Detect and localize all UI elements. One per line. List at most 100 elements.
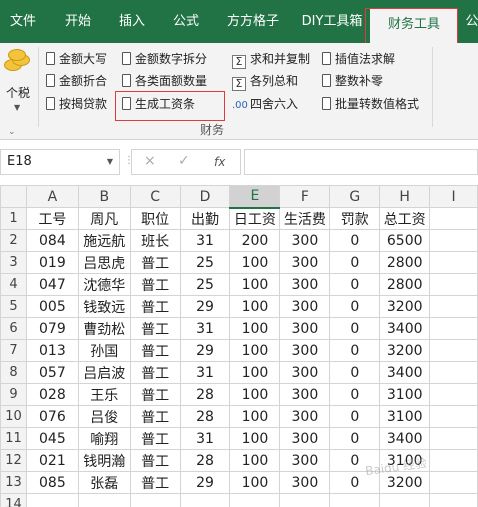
mortgage-loan-button[interactable]: 按揭贷款: [46, 94, 107, 114]
generate-payslip-button[interactable]: 生成工资条: [122, 94, 195, 114]
row-header[interactable]: 2: [0, 229, 27, 252]
table-cell[interactable]: 3200: [379, 295, 431, 318]
row-header[interactable]: 4: [0, 273, 27, 296]
table-cell[interactable]: 31: [179, 229, 231, 252]
table-cell[interactable]: 喻翔: [77, 427, 131, 450]
cancel-icon[interactable]: ×: [144, 153, 156, 169]
table-cell[interactable]: 045: [25, 427, 79, 450]
row-header[interactable]: 3: [0, 251, 27, 274]
table-cell[interactable]: 29: [179, 339, 231, 362]
table-cell[interactable]: 孙国: [77, 339, 131, 362]
table-cell[interactable]: 084: [25, 229, 79, 252]
integer-pad-zero-button[interactable]: 整数补零: [322, 71, 383, 91]
denomination-count-button[interactable]: 各类面额数量: [122, 71, 207, 91]
row-header[interactable]: 9: [0, 383, 27, 406]
column-header-f[interactable]: F: [279, 185, 331, 208]
amount-capital-button[interactable]: 金额大写: [46, 49, 107, 69]
header-cell[interactable]: 工号: [25, 207, 79, 230]
personal-tax-button[interactable]: 个税: [6, 84, 30, 101]
column-header-d[interactable]: D: [179, 185, 231, 208]
empty-cell[interactable]: [429, 317, 478, 340]
table-cell[interactable]: 057: [25, 361, 79, 384]
table-cell[interactable]: 300: [279, 405, 331, 428]
table-cell[interactable]: 0: [329, 295, 381, 318]
table-cell[interactable]: 普工: [129, 295, 181, 318]
table-cell[interactable]: 普工: [129, 251, 181, 274]
table-cell[interactable]: 300: [279, 229, 331, 252]
table-cell[interactable]: 100: [229, 405, 281, 428]
row-header[interactable]: 1: [0, 207, 27, 230]
table-cell[interactable]: 300: [279, 427, 331, 450]
empty-cell[interactable]: [429, 383, 478, 406]
empty-cell[interactable]: [429, 493, 478, 507]
table-cell[interactable]: 079: [25, 317, 79, 340]
tab-diy-toolbox[interactable]: DIY工具箱: [298, 0, 366, 43]
empty-cell[interactable]: [429, 207, 478, 230]
table-cell[interactable]: 普工: [129, 427, 181, 450]
header-cell[interactable]: 罚款: [329, 207, 381, 230]
table-cell[interactable]: 25: [179, 273, 231, 296]
tab-fangfang-gezi[interactable]: 方方格子: [216, 0, 290, 43]
table-cell[interactable]: 0: [329, 383, 381, 406]
table-cell[interactable]: 200: [229, 229, 281, 252]
table-cell[interactable]: 0: [329, 317, 381, 340]
table-cell[interactable]: 300: [279, 339, 331, 362]
table-cell[interactable]: 100: [229, 427, 281, 450]
table-cell[interactable]: 28: [179, 449, 231, 472]
table-cell[interactable]: 300: [279, 317, 331, 340]
interpolation-solve-button[interactable]: 插值法求解: [322, 49, 395, 69]
header-cell[interactable]: 生活费: [279, 207, 331, 230]
table-cell[interactable]: 0: [329, 251, 381, 274]
empty-cell[interactable]: [429, 273, 478, 296]
row-header[interactable]: 6: [0, 317, 27, 340]
table-cell[interactable]: 0: [329, 405, 381, 428]
table-cell[interactable]: 300: [279, 273, 331, 296]
table-cell[interactable]: 300: [279, 251, 331, 274]
table-cell[interactable]: 普工: [129, 317, 181, 340]
table-cell[interactable]: 3100: [379, 405, 431, 428]
table-cell[interactable]: 施远航: [77, 229, 131, 252]
column-totals-button[interactable]: Σ 各列总和: [232, 71, 298, 91]
table-cell[interactable]: 005: [25, 295, 79, 318]
table-cell[interactable]: 沈德华: [77, 273, 131, 296]
column-header-b[interactable]: B: [77, 185, 131, 208]
tab-formulas[interactable]: 公式: [162, 0, 210, 43]
table-cell[interactable]: 2800: [379, 251, 431, 274]
table-cell[interactable]: 100: [229, 471, 281, 494]
table-cell[interactable]: 100: [229, 251, 281, 274]
empty-cell[interactable]: [429, 405, 478, 428]
tab-file[interactable]: 文件: [0, 0, 46, 43]
table-cell[interactable]: 普工: [129, 449, 181, 472]
ribbon-options-icon[interactable]: ⌄: [8, 127, 16, 137]
header-cell[interactable]: 职位: [129, 207, 181, 230]
column-header-a[interactable]: A: [25, 185, 79, 208]
row-header[interactable]: 14: [0, 493, 27, 507]
table-cell[interactable]: 076: [25, 405, 79, 428]
table-cell[interactable]: 300: [279, 295, 331, 318]
row-header[interactable]: 11: [0, 427, 27, 450]
empty-cell[interactable]: [429, 449, 478, 472]
table-cell[interactable]: 28: [179, 405, 231, 428]
table-cell[interactable]: 钱明瀚: [77, 449, 131, 472]
table-cell[interactable]: 2800: [379, 273, 431, 296]
row-header[interactable]: 12: [0, 449, 27, 472]
table-cell[interactable]: 0: [329, 339, 381, 362]
table-cell[interactable]: 100: [229, 449, 281, 472]
table-cell[interactable]: 028: [25, 383, 79, 406]
empty-cell[interactable]: [429, 427, 478, 450]
row-header[interactable]: 7: [0, 339, 27, 362]
table-cell[interactable]: 王乐: [77, 383, 131, 406]
table-cell[interactable]: 普工: [129, 273, 181, 296]
header-cell[interactable]: 出勤: [179, 207, 231, 230]
table-cell[interactable]: 25: [179, 251, 231, 274]
table-cell[interactable]: 021: [25, 449, 79, 472]
round-half-even-button[interactable]: .00 四舍六入: [232, 94, 298, 114]
sum-copy-button[interactable]: Σ 求和并复制: [232, 49, 310, 69]
table-cell[interactable]: 张磊: [77, 471, 131, 494]
insert-function-icon[interactable]: fx: [214, 155, 225, 169]
table-cell[interactable]: 31: [179, 427, 231, 450]
column-header-e[interactable]: E: [229, 185, 281, 209]
row-header[interactable]: 5: [0, 295, 27, 318]
table-cell[interactable]: 300: [279, 449, 331, 472]
table-cell[interactable]: 普工: [129, 361, 181, 384]
